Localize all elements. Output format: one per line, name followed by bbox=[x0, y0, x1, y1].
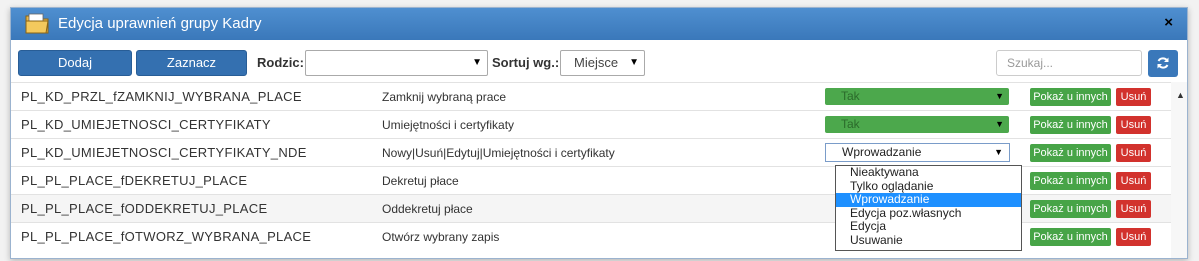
chevron-down-icon: ▼ bbox=[472, 57, 482, 68]
refresh-icon bbox=[1157, 57, 1169, 69]
dropdown-option[interactable]: Usuwanie bbox=[836, 233, 1021, 248]
access-level-value: Tak bbox=[841, 117, 860, 131]
delete-button[interactable]: Usuń bbox=[1116, 116, 1151, 134]
show-in-others-button[interactable]: Pokaż u innych bbox=[1030, 172, 1111, 190]
permission-description: Otwórz wybrany zapis bbox=[382, 230, 500, 244]
chevron-down-icon: ▼ bbox=[629, 57, 639, 68]
table-row: PL_KD_UMIEJETNOSCI_CERTYFIKATY Umiejętno… bbox=[11, 110, 1171, 138]
access-level-dropdown[interactable]: Nieaktywana Tylko oglądanie Wprowadzanie… bbox=[835, 165, 1022, 251]
dropdown-option[interactable]: Edycja poz.własnych bbox=[836, 206, 1021, 221]
permission-description: Oddekretuj płace bbox=[382, 202, 473, 216]
toolbar: Dodaj uprawnienia Zaznacz wszystkie Rodz… bbox=[11, 40, 1187, 94]
permission-code: PL_PL_PLACE_fOTWORZ_WYBRANA_PLACE bbox=[21, 229, 312, 244]
permission-code: PL_PL_PLACE_fDEKRETUJ_PLACE bbox=[21, 173, 248, 188]
vertical-scrollbar[interactable]: ▲ bbox=[1171, 82, 1187, 258]
permission-code: PL_KD_UMIEJETNOSCI_CERTYFIKATY bbox=[21, 117, 271, 132]
dropdown-option[interactable]: Nieaktywana bbox=[836, 165, 1021, 180]
parent-select[interactable]: ▼ bbox=[305, 50, 488, 76]
sort-select[interactable]: Miejsce ▼ bbox=[560, 50, 645, 76]
search-input[interactable]: Szukaj... bbox=[996, 50, 1142, 76]
delete-button[interactable]: Usuń bbox=[1116, 144, 1151, 162]
dropdown-option[interactable]: Edycja bbox=[836, 219, 1021, 234]
access-level-value: Wprowadzanie bbox=[842, 145, 922, 159]
delete-button[interactable]: Usuń bbox=[1116, 88, 1151, 106]
add-permissions-button[interactable]: Dodaj uprawnienia bbox=[18, 50, 132, 94]
parent-label: Rodzic: bbox=[257, 55, 304, 70]
sort-label: Sortuj wg.: bbox=[492, 55, 560, 70]
show-in-others-button[interactable]: Pokaż u innych bbox=[1030, 88, 1111, 106]
show-in-others-button[interactable]: Pokaż u innych bbox=[1030, 200, 1111, 218]
permission-code: PL_KD_PRZL_fZAMKNIJ_WYBRANA_PLACE bbox=[21, 89, 302, 104]
chevron-down-icon: ▼ bbox=[995, 119, 1004, 129]
chevron-down-icon: ▼ bbox=[995, 91, 1004, 101]
access-level-select[interactable]: Tak ▼ bbox=[825, 88, 1009, 105]
permission-description: Zamknij wybraną prace bbox=[382, 90, 507, 104]
permissions-dialog: Edycja uprawnień grupy Kadry × Dodaj upr… bbox=[10, 7, 1188, 259]
dialog-title: Edycja uprawnień grupy Kadry bbox=[58, 15, 262, 32]
delete-button[interactable]: Usuń bbox=[1116, 200, 1151, 218]
permission-code: PL_KD_UMIEJETNOSCI_CERTYFIKATY_NDE bbox=[21, 145, 307, 160]
dropdown-option[interactable]: Tylko oglądanie bbox=[836, 179, 1021, 194]
delete-button[interactable]: Usuń bbox=[1116, 228, 1151, 246]
access-level-select[interactable]: Tak ▼ bbox=[825, 116, 1009, 133]
permission-description: Dekretuj płace bbox=[382, 174, 459, 188]
folder-icon bbox=[25, 13, 49, 34]
chevron-down-icon: ▼ bbox=[994, 147, 1003, 157]
close-icon[interactable]: × bbox=[1164, 14, 1173, 31]
dropdown-option-selected[interactable]: Wprowadzanie bbox=[836, 192, 1021, 207]
delete-button[interactable]: Usuń bbox=[1116, 172, 1151, 190]
refresh-button[interactable] bbox=[1148, 50, 1178, 77]
access-level-value: Tak bbox=[841, 89, 860, 103]
permission-description: Umiejętności i certyfikaty bbox=[382, 118, 515, 132]
select-all-button[interactable]: Zaznacz wszystkie bbox=[136, 50, 247, 94]
show-in-others-button[interactable]: Pokaż u innych bbox=[1030, 144, 1111, 162]
permission-description: Nowy|Usuń|Edytuj|Umiejętności i certyfik… bbox=[382, 146, 615, 160]
show-in-others-button[interactable]: Pokaż u innych bbox=[1030, 228, 1111, 246]
dialog-titlebar: Edycja uprawnień grupy Kadry × bbox=[11, 8, 1187, 40]
show-in-others-button[interactable]: Pokaż u innych bbox=[1030, 116, 1111, 134]
table-row: PL_KD_UMIEJETNOSCI_CERTYFIKATY_NDE Nowy|… bbox=[11, 138, 1171, 166]
scroll-up-icon[interactable]: ▲ bbox=[1176, 90, 1185, 100]
table-row: PL_KD_PRZL_fZAMKNIJ_WYBRANA_PLACE Zamkni… bbox=[11, 82, 1171, 110]
access-level-select[interactable]: Wprowadzanie ▼ bbox=[825, 143, 1010, 162]
permission-code: PL_PL_PLACE_fODDEKRETUJ_PLACE bbox=[21, 201, 268, 216]
sort-select-value: Miejsce bbox=[574, 55, 619, 70]
